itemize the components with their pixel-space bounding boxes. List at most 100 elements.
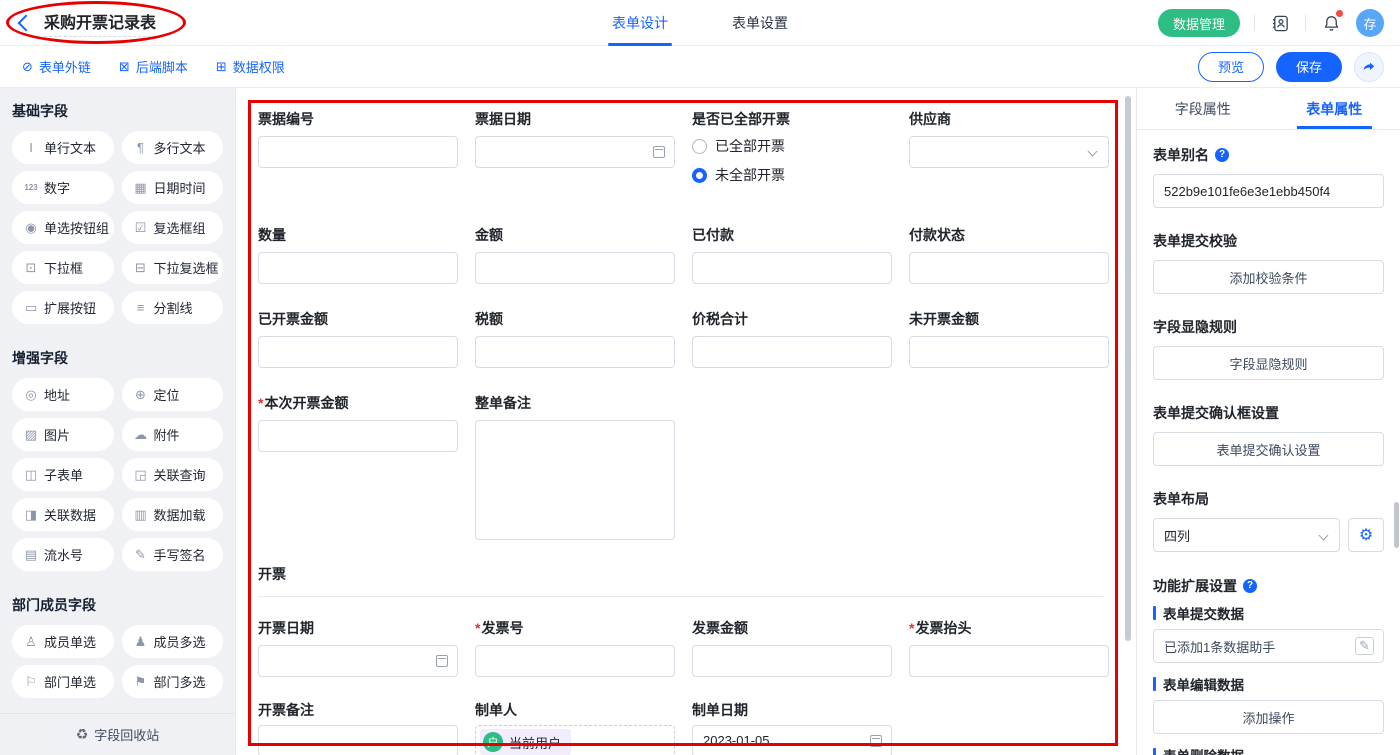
form-alias-input[interactable]: 522b9e101fe6e3e1ebb450f4 xyxy=(1153,174,1384,208)
sidebar-item-data-load[interactable]: ▥数据加载 xyxy=(122,498,224,531)
field-invoiced-amount[interactable]: 已开票金额 xyxy=(258,310,458,368)
field-pay-status[interactable]: 付款状态 xyxy=(909,226,1109,284)
field-quantity[interactable]: 数量 xyxy=(258,226,458,284)
add-check-condition-button[interactable]: 添加校验条件 xyxy=(1153,260,1384,294)
sidebar-item-multi-dropdown[interactable]: ⊟下拉复选框 xyxy=(122,251,224,284)
field-invoice-title[interactable]: *发票抬头 xyxy=(909,619,1109,677)
field-order-remark[interactable]: 整单备注 xyxy=(475,394,675,540)
user-select-input[interactable]: 户 当前用户 xyxy=(475,725,675,755)
tab-field-properties[interactable]: 字段属性 xyxy=(1137,88,1269,129)
text-input[interactable] xyxy=(909,252,1109,284)
radio-option-fully-invoiced[interactable]: 已全部开票 xyxy=(692,136,892,156)
external-link-button[interactable]: ⊘ 表单外链 xyxy=(22,57,91,76)
data-assistant-box[interactable]: 已添加1条数据助手 ✎ xyxy=(1153,629,1384,663)
field-amount[interactable]: 金额 xyxy=(475,226,675,284)
sidebar-item-multi-line-text[interactable]: ¶多行文本 xyxy=(122,131,224,164)
text-input[interactable] xyxy=(258,252,458,284)
sidebar-item-member-multi[interactable]: ♟成员多选 xyxy=(122,625,224,658)
save-button[interactable]: 保存 xyxy=(1276,52,1342,82)
sidebar-item-linked-query[interactable]: ◲关联查询 xyxy=(122,458,224,491)
layout-gear-button[interactable]: ⚙ xyxy=(1348,518,1384,552)
date-input[interactable] xyxy=(258,645,458,677)
field-recycle-bin[interactable]: ♻ 字段回收站 xyxy=(0,713,235,755)
panel-scrollbar[interactable] xyxy=(1394,502,1399,548)
sidebar-item-checkbox-group[interactable]: ☑复选框组 xyxy=(122,211,224,244)
date-input[interactable]: 2023-01-05 xyxy=(692,725,892,755)
data-permission-button[interactable]: ⊞ 数据权限 xyxy=(216,57,285,76)
avatar[interactable]: 存 xyxy=(1356,9,1384,37)
edit-pencil-icon[interactable]: ✎ xyxy=(1355,637,1374,655)
page-title[interactable]: 采购开票记录表 xyxy=(44,9,156,37)
sidebar-item-member-single[interactable]: ♙成员单选 xyxy=(12,625,114,658)
backend-script-button[interactable]: ⊠ 后端脚本 xyxy=(119,57,188,76)
sidebar-item-subform[interactable]: ◫子表单 xyxy=(12,458,114,491)
field-tax[interactable]: 税额 xyxy=(475,310,675,368)
field-bill-no[interactable]: 票据编号 xyxy=(258,110,458,194)
sidebar-item-address[interactable]: ◎地址 xyxy=(12,378,114,411)
required-mark: * xyxy=(475,620,480,636)
help-icon[interactable]: ? xyxy=(1215,148,1229,162)
sidebar-item-serial-number[interactable]: ▤流水号 xyxy=(12,538,114,571)
data-manage-button[interactable]: 数据管理 xyxy=(1158,9,1240,37)
field-uninvoiced-amount[interactable]: 未开票金额 xyxy=(909,310,1109,368)
tab-form-properties[interactable]: 表单属性 xyxy=(1269,88,1400,129)
submit-confirm-button[interactable]: 表单提交确认设置 xyxy=(1153,432,1384,466)
address-book-icon[interactable] xyxy=(1269,12,1291,34)
tab-form-design[interactable]: 表单设计 xyxy=(612,0,668,46)
add-edit-action-button[interactable]: 添加操作 xyxy=(1153,700,1384,734)
text-input[interactable] xyxy=(909,336,1109,368)
sidebar-item-single-line-text[interactable]: I单行文本 xyxy=(12,131,114,164)
sidebar-item-signature[interactable]: ✎手写签名 xyxy=(122,538,224,571)
sidebar-item-datetime[interactable]: ▦日期时间 xyxy=(122,171,224,204)
sidebar-item-extend-button[interactable]: ▭扩展按钮 xyxy=(12,291,114,324)
text-input[interactable] xyxy=(475,645,675,677)
field-make-date[interactable]: 制单日期 2023-01-05 xyxy=(692,701,892,755)
date-input[interactable] xyxy=(475,136,675,168)
tab-form-settings[interactable]: 表单设置 xyxy=(732,0,788,46)
text-input[interactable] xyxy=(475,252,675,284)
sidebar-item-location[interactable]: ⊕定位 xyxy=(122,378,224,411)
sidebar-item-dropdown[interactable]: ⊡下拉框 xyxy=(12,251,114,284)
field-fully-invoiced[interactable]: 是否已全部开票 已全部开票 未全部开票 xyxy=(692,110,892,194)
text-input[interactable] xyxy=(692,645,892,677)
text-input[interactable] xyxy=(692,252,892,284)
text-input[interactable] xyxy=(909,645,1109,677)
field-invoice-date[interactable]: 开票日期 xyxy=(258,619,458,677)
sidebar-item-image[interactable]: ▨图片 xyxy=(12,418,114,451)
sidebar-item-attachment[interactable]: ☁附件 xyxy=(122,418,224,451)
field-total-with-tax[interactable]: 价税合计 xyxy=(692,310,892,368)
share-button[interactable] xyxy=(1354,52,1384,82)
field-current-invoice-amount[interactable]: *本次开票金额 xyxy=(258,394,458,540)
text-input[interactable] xyxy=(258,725,458,755)
text-input[interactable] xyxy=(692,336,892,368)
back-icon[interactable] xyxy=(18,14,35,31)
sidebar-item-radio-group[interactable]: ◉单选按钮组 xyxy=(12,211,114,244)
preview-button[interactable]: 预览 xyxy=(1198,52,1264,82)
field-supplier[interactable]: 供应商 xyxy=(909,110,1109,194)
sidebar-item-divider[interactable]: ≡分割线 xyxy=(122,291,224,324)
textarea-input[interactable] xyxy=(475,420,675,540)
radio-option-not-fully-invoiced[interactable]: 未全部开票 xyxy=(692,165,892,185)
text-input[interactable] xyxy=(475,336,675,368)
sidebar-item-dept-single[interactable]: ⚐部门单选 xyxy=(12,665,114,698)
sidebar-item-linked-data[interactable]: ◨关联数据 xyxy=(12,498,114,531)
field-maker[interactable]: 制单人 户 当前用户 xyxy=(475,701,675,755)
select-input[interactable] xyxy=(909,136,1109,168)
field-paid[interactable]: 已付款 xyxy=(692,226,892,284)
help-icon[interactable]: ? xyxy=(1243,579,1257,593)
sidebar-item-number[interactable]: 123数字 xyxy=(12,171,114,204)
canvas-scrollbar[interactable] xyxy=(1125,96,1131,641)
layout-select[interactable]: 四列 xyxy=(1153,518,1340,552)
notification-bell-icon[interactable] xyxy=(1320,12,1342,34)
field-invoice-no[interactable]: *发票号 xyxy=(475,619,675,677)
text-input[interactable] xyxy=(258,336,458,368)
blue-bar-icon xyxy=(1153,606,1156,620)
field-invoice-amount[interactable]: 发票金额 xyxy=(692,619,892,677)
field-visibility-button[interactable]: 字段显隐规则 xyxy=(1153,346,1384,380)
field-bill-date[interactable]: 票据日期 xyxy=(475,110,675,194)
field-invoice-remark[interactable]: 开票备注 xyxy=(258,701,458,755)
text-input[interactable] xyxy=(258,136,458,168)
section-title-enhanced-fields: 增强字段 xyxy=(12,348,223,368)
text-input[interactable] xyxy=(258,420,458,452)
sidebar-item-dept-multi[interactable]: ⚑部门多选 xyxy=(122,665,224,698)
